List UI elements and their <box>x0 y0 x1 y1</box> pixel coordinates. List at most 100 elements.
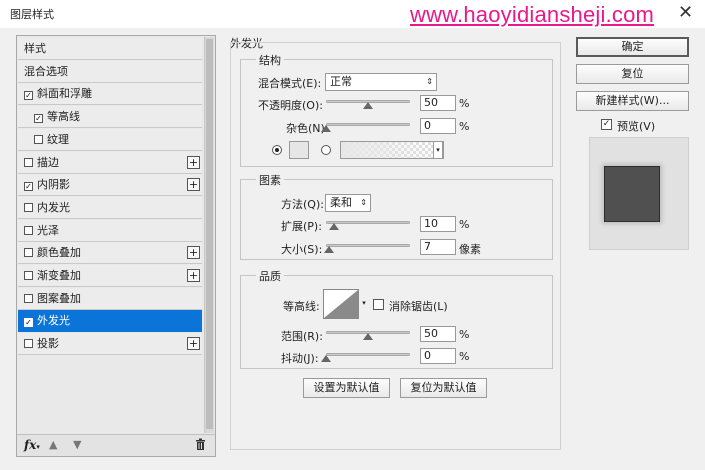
preview-label: 预览(V) <box>617 120 656 133</box>
slider-thumb[interactable] <box>363 333 373 340</box>
style-item-label: 纹理 <box>47 132 69 146</box>
spread-slider[interactable] <box>326 218 410 230</box>
blend-mode-value: 正常 <box>330 75 352 88</box>
style-list-item[interactable]: 描边 + <box>18 151 202 174</box>
style-list-item[interactable]: ✓ 斜面和浮雕 <box>18 83 202 106</box>
slider-thumb[interactable] <box>329 223 340 230</box>
preview-checkbox[interactable]: ✓ <box>601 119 612 130</box>
watermark-text: www.haoyidiansheji.com <box>410 2 655 27</box>
close-icon[interactable]: ✕ <box>678 2 693 23</box>
style-preview <box>589 137 689 250</box>
contour-picker[interactable] <box>323 289 359 319</box>
noise-slider[interactable] <box>321 120 410 132</box>
opacity-slider[interactable] <box>326 97 410 109</box>
gradient-radio[interactable] <box>321 145 331 155</box>
jitter-input[interactable]: 0 <box>420 348 456 364</box>
style-list-item[interactable]: ✓ 内阴影 + <box>18 174 202 197</box>
add-style-icon[interactable]: + <box>187 155 200 169</box>
style-checkbox[interactable] <box>24 271 33 280</box>
style-list-item[interactable]: ✓ 外发光 <box>18 310 202 333</box>
style-list-item[interactable]: 混合选项 <box>18 60 202 83</box>
spread-label: 扩展(P): <box>281 220 322 233</box>
contour-curve <box>324 290 358 318</box>
range-slider[interactable] <box>326 328 410 340</box>
glow-color-swatch[interactable] <box>289 141 309 159</box>
size-label: 大小(S): <box>281 243 323 256</box>
style-checkbox[interactable]: ✓ <box>24 182 33 192</box>
style-checkbox[interactable] <box>34 134 43 144</box>
size-slider[interactable] <box>324 241 410 253</box>
style-checkbox[interactable] <box>24 157 33 167</box>
style-checkbox[interactable]: ✓ <box>24 318 33 328</box>
slider-thumb[interactable] <box>321 125 331 132</box>
antialias-label: 消除锯齿(L) <box>389 300 448 313</box>
jitter-label: 抖动(J): <box>281 352 319 365</box>
fx-label: fx <box>24 438 37 452</box>
jitter-unit: % <box>459 350 470 363</box>
gradient-fade <box>341 142 443 158</box>
add-style-icon[interactable]: + <box>187 178 200 192</box>
range-input[interactable]: 50 <box>420 326 456 342</box>
styles-list-panel: 样式 混合选项 ✓ 斜面和浮雕 ✓ 等高线纹理描边 + ✓ 内阴影 + 内发光光泽颜色叠加 + 渐变叠加… <box>16 35 216 457</box>
style-checkbox[interactable]: ✓ <box>34 114 43 124</box>
add-style-icon[interactable]: + <box>187 337 200 351</box>
style-checkbox[interactable]: ✓ <box>24 91 33 101</box>
style-item-label: 光泽 <box>37 223 59 237</box>
style-list-item[interactable]: 样式 <box>18 38 202 60</box>
style-checkbox[interactable] <box>24 248 33 258</box>
slider-thumb[interactable] <box>324 246 335 253</box>
contour-dropdown-icon[interactable]: ▾ <box>360 289 368 319</box>
scroll-thumb[interactable] <box>206 39 213 429</box>
style-list-item[interactable]: 投影 + <box>18 333 202 356</box>
styles-list-scrollbar[interactable] <box>204 37 214 433</box>
add-style-icon[interactable]: + <box>187 269 200 282</box>
style-list-item[interactable]: 渐变叠加 + <box>18 265 202 287</box>
technique-value: 柔和 <box>330 196 352 209</box>
slider-thumb[interactable] <box>363 102 373 109</box>
style-list-item[interactable]: 光泽 <box>18 219 202 242</box>
opacity-input[interactable]: 50 <box>420 95 456 111</box>
style-list-item[interactable]: ✓ 等高线 <box>18 106 202 129</box>
style-list-item[interactable]: 颜色叠加 + <box>18 242 202 265</box>
technique-label: 方法(Q): <box>281 198 324 211</box>
style-item-label: 内阴影 <box>37 178 70 192</box>
style-checkbox[interactable] <box>24 202 33 212</box>
style-item-label: 外发光 <box>37 314 70 328</box>
size-input[interactable]: 7 <box>420 239 456 255</box>
jitter-slider[interactable] <box>321 350 410 362</box>
reset-button[interactable]: 复位 <box>576 64 689 84</box>
style-item-label: 内发光 <box>37 200 70 214</box>
noise-input[interactable]: 0 <box>420 118 456 134</box>
style-checkbox[interactable] <box>24 339 33 349</box>
styles-list-footer: fx▾ ▲ ▼ <box>17 434 215 456</box>
spread-input[interactable]: 10 <box>420 216 456 232</box>
new-style-button[interactable]: 新建样式(W)... <box>576 91 689 111</box>
reset-default-button[interactable]: 复位为默认值 <box>400 378 487 398</box>
style-item-label: 投影 <box>37 337 59 351</box>
trash-icon[interactable] <box>195 438 206 453</box>
antialias-checkbox[interactable] <box>373 299 384 310</box>
arrow-up-icon[interactable]: ▲ <box>49 438 57 451</box>
glow-gradient-picker[interactable] <box>340 141 444 159</box>
style-list-item[interactable]: 内发光 <box>18 196 202 219</box>
spread-unit: % <box>459 218 470 231</box>
slider-thumb[interactable] <box>321 355 331 362</box>
style-checkbox[interactable] <box>24 293 33 303</box>
structure-title: 结构 <box>256 52 284 68</box>
slider-track <box>326 123 410 126</box>
solid-color-radio[interactable] <box>272 145 282 155</box>
add-style-icon[interactable]: + <box>187 246 200 260</box>
preview-swatch <box>604 166 660 222</box>
style-list-item[interactable]: 纹理 <box>18 128 202 151</box>
fx-menu-button[interactable]: fx▾ <box>24 438 40 452</box>
gradient-dropdown-icon[interactable]: ▾ <box>433 141 443 159</box>
style-list-item[interactable]: 图案叠加 <box>18 287 202 310</box>
technique-select[interactable]: 柔和 ⇕ <box>325 194 371 212</box>
arrow-down-icon[interactable]: ▼ <box>73 438 81 451</box>
ok-button[interactable]: 确定 <box>576 37 689 57</box>
style-checkbox[interactable] <box>24 225 33 235</box>
blend-mode-select[interactable]: 正常 ⇕ <box>325 73 437 91</box>
range-unit: % <box>459 328 470 341</box>
select-arrow-icon: ⇕ <box>360 198 367 207</box>
make-default-button[interactable]: 设置为默认值 <box>303 378 390 398</box>
